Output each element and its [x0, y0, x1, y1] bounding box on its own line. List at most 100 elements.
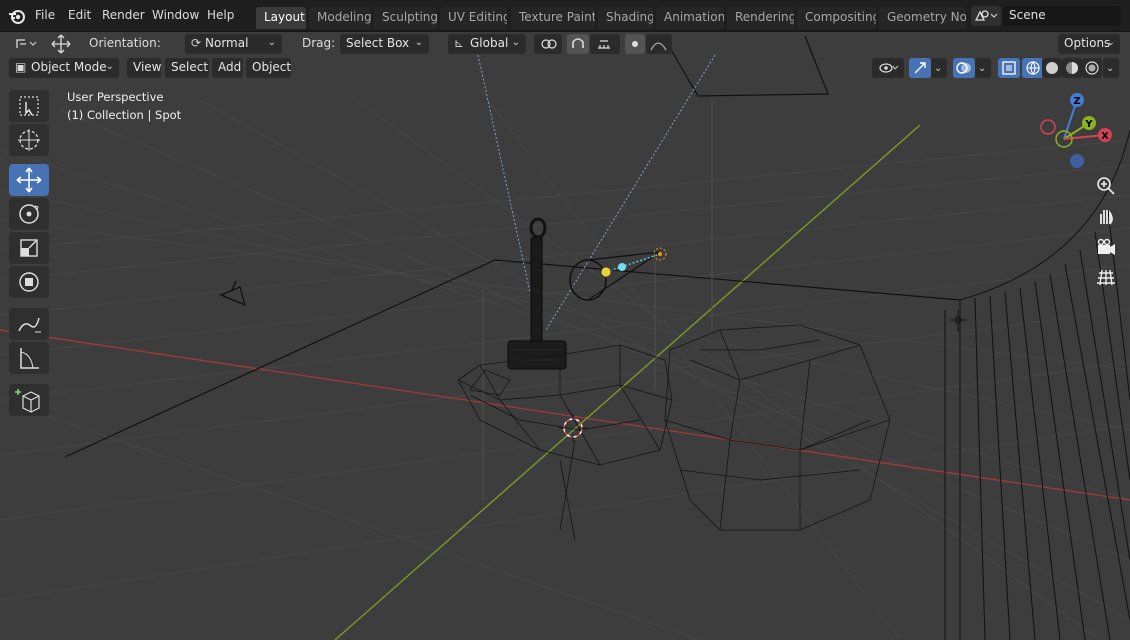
- tab-compositing[interactable]: Compositing: [797, 7, 876, 29]
- annotate-tool[interactable]: [9, 308, 49, 340]
- orientation-dropdown[interactable]: ⟳ Normal ⌄: [185, 34, 282, 54]
- chevron-down-icon: ⌄: [511, 37, 520, 48]
- menu-help[interactable]: Help: [207, 8, 234, 22]
- add-cube-tool[interactable]: [9, 384, 49, 416]
- chevron-down-icon: ⌄: [934, 63, 943, 74]
- pivot-point-dropdown[interactable]: [534, 34, 562, 54]
- options-dropdown[interactable]: Options ⌄: [1058, 34, 1120, 54]
- transform-pivot-button[interactable]: [8, 34, 42, 54]
- snap-grid-icon: [598, 40, 610, 49]
- view-perspective-label: User Perspective: [67, 90, 164, 104]
- zoom-icon[interactable]: [1094, 174, 1118, 198]
- neg-z-axis-ball: [1070, 154, 1084, 168]
- wireframe-shading-icon[interactable]: [1022, 58, 1044, 78]
- tab-shading[interactable]: Shading: [598, 7, 653, 29]
- view-header: ▣ Object Mode ⌄ View Select Add Object ⌄ ⌄: [0, 57, 1130, 81]
- mode-dropdown[interactable]: ▣ Object Mode ⌄: [9, 58, 119, 78]
- scene-name-field[interactable]: Scene: [1003, 6, 1121, 26]
- menu-window[interactable]: Window: [152, 8, 199, 22]
- tab-modeling[interactable]: Modeling: [309, 7, 371, 29]
- tab-rendering[interactable]: Rendering: [727, 7, 794, 29]
- spot-cone-line-1: [477, 54, 531, 293]
- viewport-scene: [0, 35, 1130, 640]
- pan-hand-icon[interactable]: [1094, 204, 1118, 228]
- chevron-down-icon: ⌄: [267, 37, 276, 48]
- scale-tool[interactable]: [9, 232, 49, 264]
- camera-object[interactable]: [219, 280, 246, 307]
- menu-view[interactable]: View: [127, 58, 161, 78]
- rotate-tool[interactable]: [9, 198, 49, 230]
- menu-object[interactable]: Object: [246, 58, 291, 78]
- gizmo-dropdown[interactable]: ⌄: [931, 58, 947, 78]
- 3d-viewport[interactable]: Orientation: ⟳ Normal ⌄ Drag: Select Box ⌄ …: [0, 32, 1130, 640]
- measure-tool[interactable]: [9, 342, 49, 374]
- drag-label: Drag:: [302, 36, 336, 50]
- orientation-label: Orientation:: [89, 36, 161, 50]
- z-axis-label: Z: [1073, 96, 1080, 107]
- area-light-object[interactable]: [950, 310, 966, 332]
- tab-sculpting[interactable]: Sculpting: [374, 7, 437, 29]
- top-menu-bar: File Edit Render Window Help Layout Mode…: [0, 0, 1130, 32]
- falloff-curve-icon[interactable]: [646, 34, 672, 54]
- active-object-label: (1) Collection | Spot: [67, 108, 182, 122]
- snap-toggle-icon[interactable]: [567, 34, 589, 54]
- add-cube-icon: [15, 389, 40, 413]
- chevron-down-icon: ⌄: [1106, 63, 1115, 74]
- y-axis-line: [334, 124, 921, 640]
- orientation-icon: ⟳: [191, 36, 202, 50]
- move-arrows-icon: [16, 167, 42, 193]
- blender-logo-icon[interactable]: [8, 7, 26, 25]
- camera-view-icon[interactable]: [1094, 235, 1118, 259]
- rock-wireframe-right[interactable]: [664, 324, 891, 531]
- tab-layout[interactable]: Layout: [256, 7, 306, 29]
- drag-dropdown[interactable]: Select Box ⌄: [340, 34, 429, 54]
- pivot-icon: [16, 39, 37, 48]
- scene-selector-icon[interactable]: [971, 6, 1001, 26]
- navigation-gizmo[interactable]: Z Y X: [1032, 90, 1122, 176]
- chevron-down-icon: ⌄: [105, 61, 114, 72]
- overlays-toggle-icon[interactable]: [953, 58, 975, 78]
- transform-orientation-dropdown[interactable]: ⊾ Global ⌄: [448, 34, 526, 54]
- menu-select[interactable]: Select: [165, 58, 209, 78]
- ortho-grid-icon[interactable]: [1094, 265, 1118, 289]
- gizmo-toggle-icon[interactable]: [909, 58, 931, 78]
- solid-shading-icon[interactable]: [1042, 58, 1062, 78]
- annotate-pencil-icon: [18, 317, 41, 333]
- link-pivot-icon: [541, 39, 557, 49]
- rendered-shading-icon[interactable]: [1082, 58, 1102, 78]
- chevron-down-icon: ⌄: [1106, 37, 1115, 48]
- transform-tool[interactable]: [9, 266, 49, 298]
- cursor-icon: [18, 129, 40, 151]
- menu-edit[interactable]: Edit: [68, 8, 91, 22]
- move-tool[interactable]: [9, 164, 49, 196]
- tab-texture-paint[interactable]: Texture Paint: [511, 7, 595, 29]
- snap-target-dropdown[interactable]: [590, 34, 620, 54]
- neg-x-axis-ball: [1040, 119, 1056, 135]
- xray-toggle-icon[interactable]: [998, 58, 1020, 78]
- select-box-tool[interactable]: [9, 90, 49, 122]
- transform-icon: [19, 272, 39, 292]
- tool-header: Orientation: ⟳ Normal ⌄ Drag: Select Box ⌄ …: [0, 32, 1130, 56]
- shading-dropdown[interactable]: ⌄: [1103, 58, 1119, 78]
- scale-icon: [20, 239, 38, 257]
- material-preview-icon[interactable]: [1062, 58, 1082, 78]
- cursor-tool[interactable]: [9, 124, 49, 156]
- tab-uv-editing[interactable]: UV Editing: [440, 7, 507, 29]
- tab-animation[interactable]: Animation: [656, 7, 724, 29]
- menu-file[interactable]: File: [35, 8, 55, 22]
- proportional-editing-icon[interactable]: [625, 34, 645, 54]
- measure-ruler-icon: [20, 348, 39, 369]
- chevron-down-icon: ⌄: [414, 37, 423, 48]
- menu-add[interactable]: Add: [212, 58, 243, 78]
- visibility-dropdown[interactable]: [872, 58, 904, 78]
- chevron-down-icon: ⌄: [978, 63, 987, 74]
- move-gizmo-icon[interactable]: [50, 34, 72, 54]
- x-axis-label: X: [1101, 131, 1109, 142]
- overlays-dropdown[interactable]: ⌄: [975, 58, 991, 78]
- rock-wireframe-left[interactable]: [457, 344, 673, 541]
- tab-geometry-nodes[interactable]: Geometry Nod: [879, 7, 966, 29]
- rotate-icon: [19, 204, 39, 224]
- object-mode-icon: ▣: [15, 60, 27, 74]
- y-axis-label: Y: [1084, 119, 1093, 130]
- menu-render[interactable]: Render: [102, 8, 145, 22]
